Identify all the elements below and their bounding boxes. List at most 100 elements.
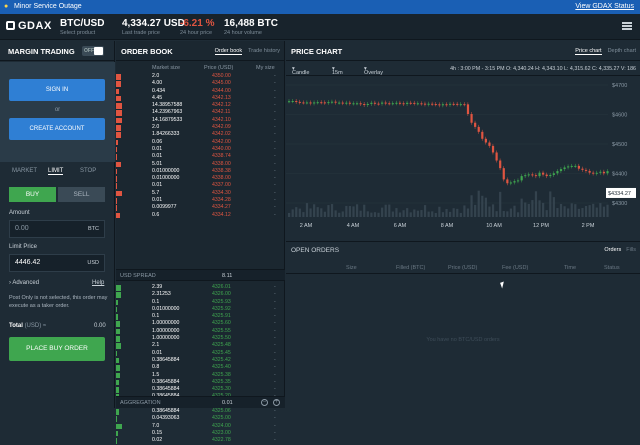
buy-button[interactable]: BUY: [9, 187, 56, 202]
order-book-row[interactable]: 5.01 4338.00 -: [116, 161, 285, 168]
order-size: 0.38645884: [152, 408, 180, 415]
tab-depth-chart[interactable]: Depth chart: [608, 48, 636, 54]
tab-orders[interactable]: Orders: [604, 247, 621, 253]
order-book-row[interactable]: 0.15 4323.00 -: [116, 430, 285, 437]
order-book-row[interactable]: 14.23967963 4342.11 -: [116, 109, 285, 116]
x-tick-label: 2 PM: [582, 223, 595, 229]
order-book-row[interactable]: 0.38645884 4325.06 -: [116, 408, 285, 415]
order-price: 4325.48: [212, 342, 231, 349]
order-book-row[interactable]: 0.02 4322.78 -: [116, 437, 285, 444]
sell-button[interactable]: SELL: [58, 187, 105, 202]
tab-trade-history[interactable]: Trade history: [248, 48, 280, 54]
order-book-row[interactable]: 5.7 4334.30 -: [116, 190, 285, 197]
candle-body: [584, 169, 588, 171]
order-book-row[interactable]: 0.01 4325.45 -: [116, 350, 285, 357]
order-book-row[interactable]: 0.01 4338.74 -: [116, 153, 285, 160]
order-book-row[interactable]: 0.01000000 4325.92 -: [116, 306, 285, 313]
candle-body: [391, 103, 394, 105]
margin-toggle[interactable]: OFF: [82, 46, 104, 56]
volume-bar: [395, 208, 398, 217]
create-account-button[interactable]: CREATE ACCOUNT: [9, 118, 105, 140]
my-size: -: [274, 305, 276, 312]
order-size: 0.1: [152, 298, 160, 305]
order-size: 2.0: [152, 73, 160, 79]
candle-body: [520, 176, 523, 181]
order-book-row[interactable]: 0.01000000 4338.38 -: [116, 168, 285, 175]
volume-bar: [348, 206, 352, 217]
product-selector[interactable]: BTC/USD Select product: [60, 18, 104, 36]
help-link[interactable]: Help: [92, 280, 104, 286]
my-size: -: [274, 102, 276, 109]
order-book-row[interactable]: 1.5 4325.38 -: [116, 372, 285, 379]
place-buy-order-button[interactable]: PLACE BUY ORDER: [9, 337, 105, 361]
order-book-row[interactable]: 0.1 4325.91 -: [116, 313, 285, 320]
candle-body: [334, 101, 337, 103]
tab-order-book[interactable]: Order book: [214, 48, 243, 55]
order-price: 4350.00: [212, 73, 231, 79]
volume-bar: [506, 211, 509, 217]
order-book-row[interactable]: 0.434 4344.00 -: [116, 88, 285, 95]
order-book-row[interactable]: 0.01 4337.00 -: [116, 182, 285, 189]
menu-icon[interactable]: [622, 22, 632, 30]
overlay-select[interactable]: Overlay ▾: [364, 66, 383, 76]
my-size: -: [274, 109, 276, 116]
order-book-row[interactable]: 0.01 4334.28 -: [116, 197, 285, 204]
tab-market[interactable]: MARKET: [12, 168, 37, 174]
order-book-row[interactable]: 14.38957588 4342.12 -: [116, 102, 285, 109]
sign-in-button[interactable]: SIGN IN: [9, 79, 105, 101]
my-size: -: [274, 408, 276, 415]
candle-body: [524, 175, 527, 177]
order-size: 2.1: [152, 342, 160, 349]
tab-price-chart[interactable]: Price chart: [575, 48, 602, 55]
order-size: 5.7: [152, 189, 160, 196]
order-book-row[interactable]: 14.16879533 4342.10 -: [116, 117, 285, 124]
tab-limit[interactable]: LIMIT: [48, 168, 64, 175]
candle-body: [466, 104, 470, 115]
order-book-row[interactable]: 0.06 4342.00 -: [116, 139, 285, 146]
order-book-row[interactable]: 4.45 4342.13 -: [116, 95, 285, 102]
order-book-row[interactable]: 2.0 4350.00 -: [116, 73, 285, 80]
tab-fills[interactable]: Fills: [626, 247, 636, 253]
order-book-row[interactable]: 0.38645884 4325.30 -: [116, 386, 285, 393]
order-book-row[interactable]: 0.01000000 4338.00 -: [116, 175, 285, 182]
candle-body: [395, 102, 398, 104]
order-book-row[interactable]: 1.00000000 4325.55 -: [116, 328, 285, 335]
aggregation-increase-icon[interactable]: +: [273, 399, 280, 406]
order-book-row[interactable]: 2.31253 4326.00 -: [116, 291, 285, 298]
limit-price-input[interactable]: 4446.42 USD: [9, 254, 105, 272]
tab-stop[interactable]: STOP: [80, 168, 96, 174]
order-book-row[interactable]: 2.1 4325.48 -: [116, 342, 285, 349]
order-book-row[interactable]: 0.01 4340.00 -: [116, 146, 285, 153]
chart-type-select[interactable]: Candle ▾: [292, 66, 309, 76]
order-book-row[interactable]: 0.04393063 4325.00 -: [116, 415, 285, 422]
order-book-row[interactable]: 7.0 4324.00 -: [116, 423, 285, 430]
interval-select[interactable]: 15m ▾: [332, 66, 343, 76]
order-book-row[interactable]: 4.00 4345.00 -: [116, 80, 285, 87]
order-book-row[interactable]: 2.39 4326.01 -: [116, 284, 285, 291]
volume-bar: [520, 198, 523, 217]
order-book-row[interactable]: 2.0 4342.09 -: [116, 124, 285, 131]
volume-bar: [527, 203, 530, 217]
order-book-header: ORDER BOOK Order book Trade history: [116, 41, 284, 61]
order-book-row[interactable]: 0.6 4334.12 -: [116, 212, 285, 219]
volume-bar: [499, 191, 502, 217]
candlestick-chart[interactable]: $4700 $4600 $4500 $4400 $4300 2 AM 4 AM 6 AM 8 A…: [286, 77, 640, 241]
volume-bar: [606, 204, 609, 217]
gdax-status-link[interactable]: View GDAX Status: [575, 0, 634, 14]
order-book-row[interactable]: 1.84266333 4342.02 -: [116, 131, 285, 138]
order-book-row[interactable]: 0.0099977 4334.27 -: [116, 204, 285, 211]
candle-body: [491, 145, 495, 153]
order-book-row[interactable]: 1.00000000 4325.50 -: [116, 335, 285, 342]
volume-bar: [409, 212, 412, 217]
aggregation-decrease-icon[interactable]: −: [261, 399, 268, 406]
candle-body: [567, 166, 570, 168]
order-book-row[interactable]: 0.8 4325.40 -: [116, 364, 285, 371]
candle-body: [316, 102, 319, 104]
order-book-row[interactable]: 0.38645884 4325.42 -: [116, 357, 285, 364]
order-book-row[interactable]: 1.00000000 4325.60 -: [116, 320, 285, 327]
gdax-logo[interactable]: GDAX: [6, 20, 52, 32]
amount-input[interactable]: 0.00 BTC: [9, 220, 105, 238]
order-book-row[interactable]: 0.1 4325.93 -: [116, 299, 285, 306]
order-book-row[interactable]: 0.38645884 4325.35 -: [116, 379, 285, 386]
advanced-toggle[interactable]: › Advanced: [9, 280, 39, 286]
